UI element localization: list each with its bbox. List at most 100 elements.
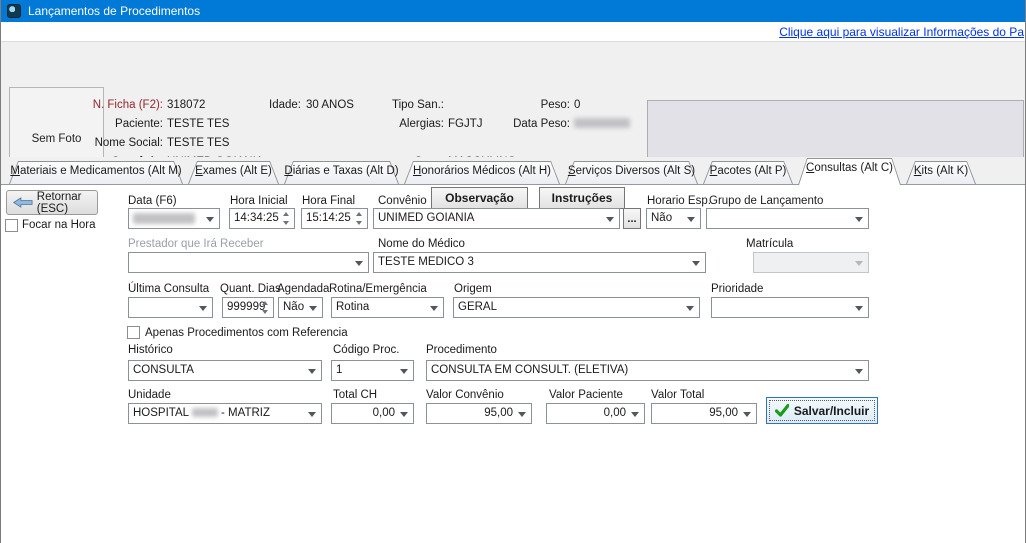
patient-info-link[interactable]: Clique aqui para visualizar Informações … [779,25,1024,39]
horario-esp-combobox[interactable]: Não [646,208,701,229]
paciente-value: TESTE TES [167,118,229,130]
hora-inicial-label: Hora Inicial [230,195,288,207]
chevron-down-icon [400,412,408,417]
peso-label: Peso: [500,99,570,111]
chevron-down-icon [687,217,695,222]
window-title: Lançamentos de Procedimentos [28,4,200,18]
grupo-lancamento-label: Grupo de Lançamento [709,195,823,207]
tab-servicos-diversos[interactable]: Serviços Diversos (Alt S) [565,161,698,184]
hora-inicial-spinner[interactable]: 14:34:25 [229,208,295,229]
chevron-down-icon [400,369,408,374]
quant-dias-label: Quant. Dias [220,283,281,295]
alergias-value: FGJTJ [448,118,483,130]
valor-total-value: 95,00 [709,407,738,419]
total-ch-label: Total CH [333,389,377,401]
nome-social-value: TESTE TES [167,137,229,149]
nome-medico-value: TESTE MEDICO 3 [378,256,474,268]
chevron-down-icon [308,412,316,417]
codigo-proc-combobox[interactable]: 1 [331,360,414,381]
paciente-label: Paciente: [61,118,163,130]
rotina-emergencia-combobox[interactable]: Rotina [331,297,444,318]
tab-consultas[interactable]: Consultas (Alt C) [798,158,901,185]
n-ficha-label: N. Ficha (F2): [61,99,163,111]
prioridade-combobox[interactable] [711,297,869,318]
chevron-down-icon [518,412,526,417]
total-ch-combobox[interactable]: 0,00 [331,403,414,424]
prioridade-label: Prioridade [711,283,763,295]
n-ficha-value: 318072 [167,99,205,111]
valor-convenio-combobox[interactable]: 95,00 [426,403,532,424]
chevron-down-icon [606,217,614,222]
tab-materiais-e-medicamentos[interactable]: Materiais e Medicamentos (Alt M) [9,161,183,184]
hora-final-value: 15:14:25 [306,212,351,224]
focar-na-hora-label: Focar na Hora [22,219,96,231]
data-f6-label: Data (F6) [128,195,177,207]
spinner-arrows-icon[interactable] [353,212,364,225]
unidade-combobox[interactable]: HOSPITAL- MATRIZ [128,403,322,424]
valor-convenio-value: 95,00 [484,407,513,419]
origem-combobox[interactable]: GERAL [453,297,700,318]
retornar-button[interactable]: Retornar (ESC) [6,190,98,215]
valor-paciente-label: Valor Paciente [549,389,623,401]
unidade-label: Unidade [128,389,171,401]
tab-exames[interactable]: Exames (Alt E) [188,161,279,184]
valor-paciente-combobox[interactable]: 0,00 [546,403,645,424]
historico-label: Histórico [128,344,173,356]
alergias-label: Alergias: [384,118,444,130]
apenas-procedimentos-label: Apenas Procedimentos com Referencia [145,327,348,339]
title-bar: Lançamentos de Procedimentos [1,0,1025,22]
nome-social-label: Nome Social: [61,137,163,149]
data-peso-value-redacted [574,118,630,128]
chevron-down-icon [855,306,863,311]
matricula-combobox [753,252,869,273]
convenio-ellipsis-button[interactable]: ... [623,208,641,229]
link-bar: Clique aqui para visualizar Informações … [1,22,1025,42]
rotina-emergencia-label: Rotina/Emergência [329,283,427,295]
data-f6-value-redacted [133,213,195,224]
salvar-incluir-label: Salvar/Incluir [794,404,869,418]
procedimento-value: CONSULTA EM CONSULT. (ELETIVA) [431,364,628,376]
tipo-san-label: Tipo San.: [384,99,444,111]
check-icon [775,404,789,417]
quant-dias-spinner[interactable]: 999999 [222,297,274,318]
unidade-value-suffix: - MATRIZ [221,407,270,419]
convenio-value: UNIMED GOIANIA [378,212,474,224]
matricula-label: Matrícula [746,238,793,250]
horario-esp-value: Não [651,212,672,224]
historico-combobox[interactable]: CONSULTA [128,360,322,381]
spinner-arrows-icon[interactable] [280,212,291,225]
agendada-combobox[interactable]: Não [278,297,323,318]
app-logo-icon [7,4,21,18]
instrucoes-button[interactable]: Instruções [539,187,625,209]
observacao-button[interactable]: Observação [431,187,528,209]
convenio-combobox[interactable]: UNIMED GOIANIA [373,208,620,229]
nome-medico-combobox[interactable]: TESTE MEDICO 3 [373,252,706,273]
chevron-down-icon [355,261,363,266]
procedimento-combobox[interactable]: CONSULTA EM CONSULT. (ELETIVA) [426,360,869,381]
codigo-proc-label: Código Proc. [333,344,399,356]
ultima-consulta-combobox[interactable] [128,297,213,318]
valor-total-label: Valor Total [651,389,704,401]
grupo-lancamento-combobox[interactable] [706,208,869,229]
chevron-down-icon [855,261,863,266]
prestador-combobox[interactable] [128,252,369,273]
tab-honorarios-medicos[interactable]: Honorários Médicos (Alt H) [404,161,560,184]
tab-kits[interactable]: Kits (Alt K) [906,161,976,184]
agendada-label: Agendada [277,283,329,295]
patient-header: Sem Foto N. Ficha (F2): 318072 Paciente:… [1,42,1025,157]
chevron-down-icon [631,412,639,417]
valor-paciente-value: 0,00 [604,407,626,419]
total-ch-value: 0,00 [373,407,395,419]
hora-final-spinner[interactable]: 15:14:25 [301,208,368,229]
spinner-arrows-icon[interactable] [259,301,270,314]
tab-pacotes[interactable]: Pacotes (Alt P) [703,161,793,184]
apenas-procedimentos-checkbox[interactable] [127,326,140,339]
salvar-incluir-button[interactable]: Salvar/Incluir [766,397,878,424]
focar-na-hora-checkbox[interactable] [5,219,18,232]
chevron-down-icon [309,306,317,311]
tab-diarias-e-taxas[interactable]: Diárias e Taxas (Alt D) [284,161,399,184]
arrow-left-icon [13,195,33,210]
rotina-emergencia-value: Rotina [336,301,369,313]
valor-total-combobox[interactable]: 95,00 [651,403,757,424]
hora-final-label: Hora Final [302,195,355,207]
